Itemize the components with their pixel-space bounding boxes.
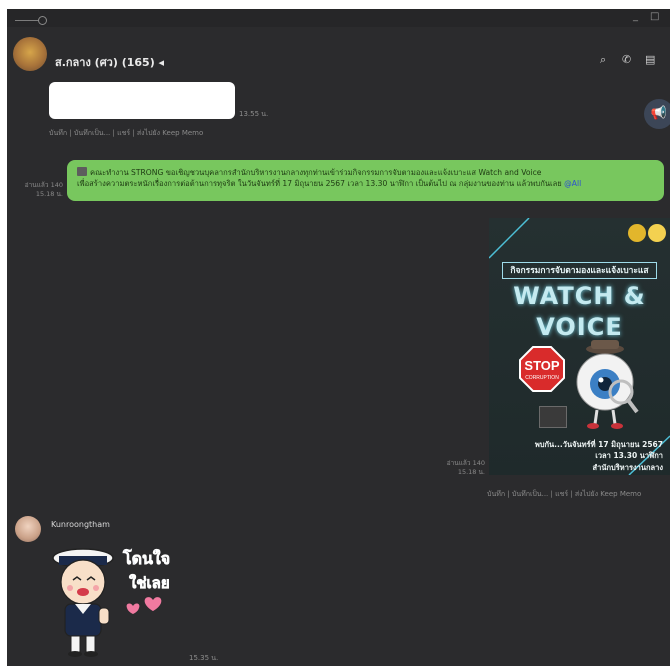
opacity-slider-knob[interactable] — [38, 16, 47, 25]
read-count: อ่านแล้ว 140 — [24, 181, 63, 189]
read-count: อ่านแล้ว 140 — [446, 459, 485, 467]
message-time: 15.35 น. — [189, 654, 219, 662]
announcement-icon[interactable]: 📢 — [644, 99, 670, 129]
group-avatar[interactable] — [13, 37, 47, 71]
megaphone-icon — [77, 167, 87, 176]
poster-footer-org: สำนักบริหารงานกลาง — [592, 463, 663, 472]
svg-text:CORRUPTION: CORRUPTION — [525, 375, 559, 381]
announcement-bubble[interactable]: คณะทำงาน STRONG ขอเชิญชวนบุคลากรสำนักบริ… — [67, 160, 664, 201]
chat-title[interactable]: ส.กลาง (ศว) (165) ◂ — [55, 53, 164, 71]
chat-window: _ □ ส.กลาง (ศว) (165) ◂ ⌕ ✆ ▤ 📢 13.55 น.… — [7, 9, 670, 666]
message-time: 15.18 น. — [35, 190, 63, 198]
watch-and-voice-poster[interactable]: กิจกรรมการจับตามองและแจ้งเบาะแส WATCH & … — [489, 218, 670, 475]
sender-avatar[interactable] — [15, 516, 41, 542]
notes-icon[interactable]: ▤ — [645, 53, 655, 66]
message-bubble[interactable] — [49, 82, 235, 119]
message-actions[interactable]: บันทึก | บันทึกเป็น... | แชร์ | ส่งไปยัง… — [487, 489, 641, 500]
message-time: 15.18 น. — [457, 468, 485, 476]
sender-name: Kunroongtham — [51, 520, 110, 529]
sticker-image[interactable]: โดนใจ ใช่เลย — [45, 542, 195, 660]
read-receipt: อ่านแล้ว 140 15.18 น. — [11, 181, 63, 199]
window-titlebar: _ □ — [7, 9, 670, 27]
logo-badge — [648, 224, 666, 242]
svg-text:โดนใจ: โดนใจ — [122, 548, 170, 568]
poster-title-watch: WATCH & — [513, 282, 646, 310]
read-receipt: อ่านแล้ว 140 15.18 น. — [427, 459, 485, 477]
announcement-line-1: คณะทำงาน STRONG ขอเชิญชวนบุคลากรสำนักบริ… — [90, 168, 542, 177]
poster-title-voice: VOICE — [536, 313, 623, 341]
poster-footer-time: เวลา 13.30 นาฬิกา — [595, 451, 663, 460]
maximize-button[interactable]: □ — [650, 11, 659, 22]
svg-text:ใช่เลย: ใช่เลย — [129, 574, 170, 592]
message-time: 13.55 น. — [239, 110, 269, 118]
message-actions[interactable]: บันทึก | บันทึกเป็น... | แชร์ | ส่งไปยัง… — [49, 128, 203, 139]
phone-icon[interactable]: ✆ — [622, 53, 631, 66]
minimize-button[interactable]: _ — [633, 11, 638, 22]
logo-badge — [628, 224, 646, 242]
poster-heading: กิจกรรมการจับตามองและแจ้งเบาะแส — [502, 262, 657, 279]
chat-header: ส.กลาง (ศว) (165) ◂ ⌕ ✆ ▤ — [7, 27, 670, 79]
eye-character-icon — [576, 340, 639, 429]
mention-all-link[interactable]: @All — [564, 179, 581, 188]
announcement-line-2: เพื่อสร้างความตระหนักเรื่องการต่อต้านการ… — [77, 179, 562, 188]
opacity-slider-track[interactable] — [15, 20, 39, 21]
briefcase-icon — [539, 406, 567, 428]
svg-text:STOP: STOP — [524, 358, 559, 373]
stop-sign-icon: STOP CORRUPTION — [519, 346, 565, 392]
search-icon[interactable]: ⌕ — [600, 53, 606, 67]
